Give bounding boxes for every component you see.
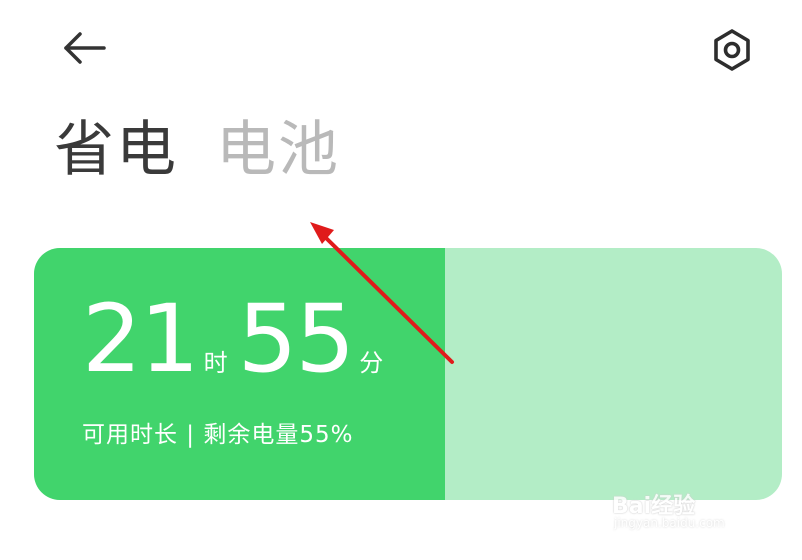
settings-button[interactable] [706,24,758,76]
remaining-time: 21 时 55 分 [82,290,393,390]
hours-value: 21 [82,285,200,394]
tab-battery[interactable]: 电池 [216,110,340,190]
battery-level-card: 21 时 55 分 可用时长 | 剩余电量55% [34,248,782,500]
battery-screen: 省电 电池 21 时 55 分 可用时长 | 剩余电量55% Bai经验 jin… [0,0,802,560]
watermark-subtext: jingyan.baidu.com [614,516,725,530]
back-button[interactable] [58,26,112,70]
minutes-unit: 分 [359,349,384,377]
tab-bar: 省电 电池 [54,110,340,190]
minutes-value: 55 [237,285,356,394]
arrow-left-icon [64,32,106,64]
hours-unit: 时 [203,349,228,377]
hexagon-gear-icon [714,29,750,71]
battery-subtitle: 可用时长 | 剩余电量55% [82,422,354,448]
tab-power-saving[interactable]: 省电 [54,110,178,190]
